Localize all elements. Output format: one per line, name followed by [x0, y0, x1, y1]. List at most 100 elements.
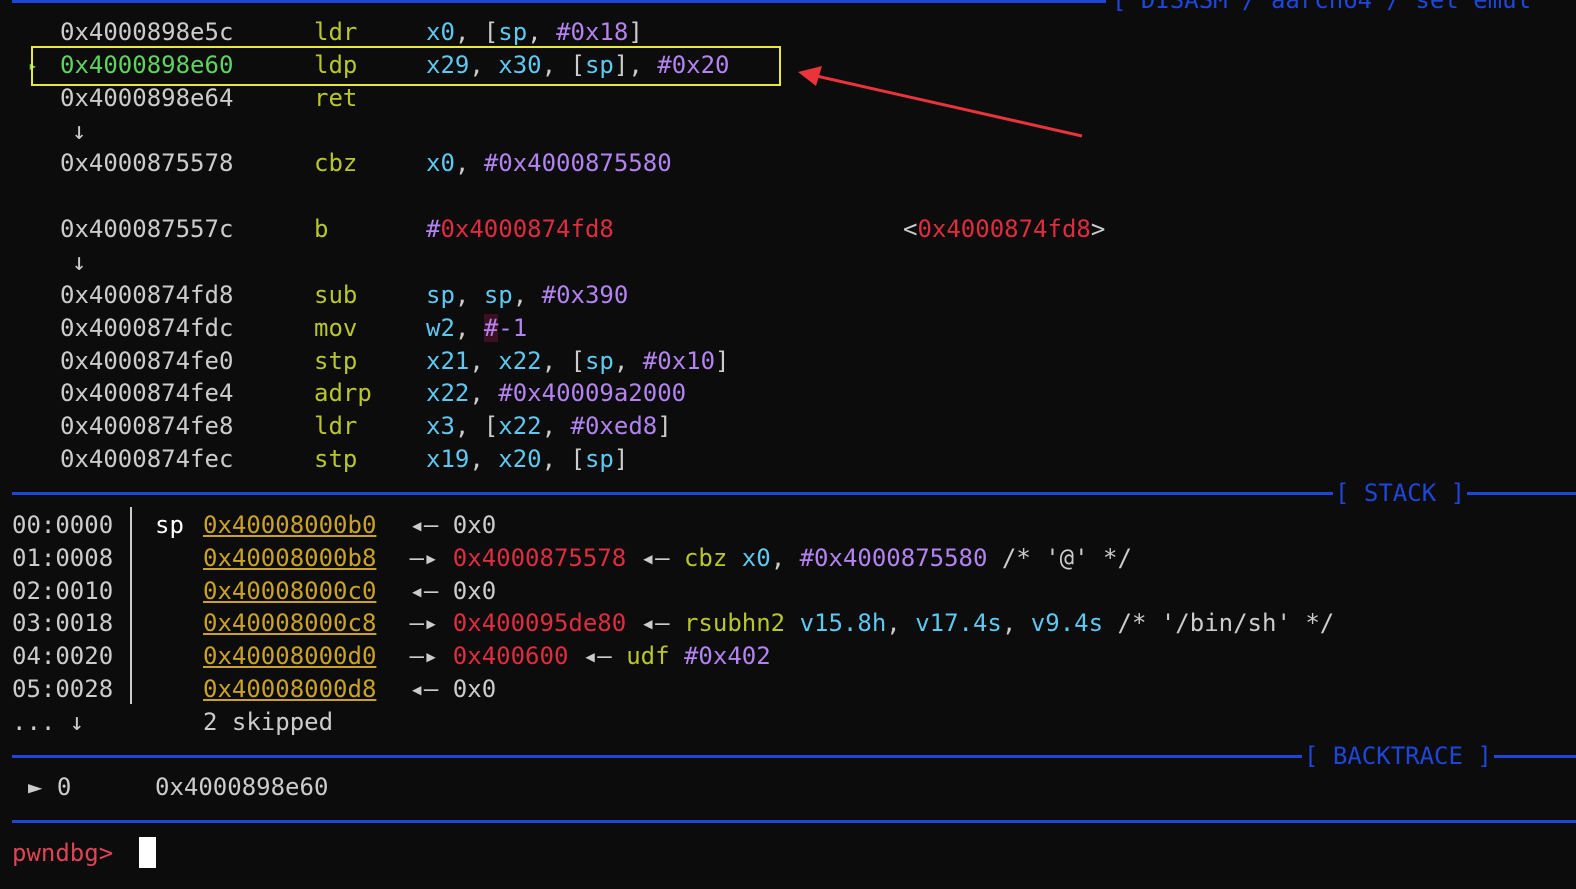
stack-token: v15.8h — [799, 609, 887, 638]
operand-token: , — [613, 346, 643, 375]
disasm-address[interactable]: 0x4000898e64 — [60, 82, 233, 115]
backtrace-header: [ BACKTRACE ] — [1302, 740, 1494, 773]
operand-token: , — [454, 149, 484, 178]
stack-token: 0x0 — [452, 576, 497, 605]
stack-skipped-text: 2 skipped — [203, 708, 334, 736]
stack-token: udf — [626, 642, 684, 671]
stack-address[interactable]: 0x40008000b8 — [203, 542, 376, 575]
operand-token: x0 — [426, 18, 455, 46]
stack-token: ◂— — [395, 675, 453, 703]
operand-token: x22 — [426, 379, 470, 408]
operand-token: , — [454, 313, 484, 342]
operand-token: #0x18 — [556, 18, 629, 46]
stack-token: v17.4s — [915, 609, 1002, 638]
disasm-mnemonic: sub — [314, 280, 358, 309]
stack-token: #0x402 — [683, 642, 771, 671]
disasm-address[interactable]: 0x4000898e5c — [60, 16, 233, 49]
stack-token: /* '/bin/sh' */ — [1103, 609, 1335, 638]
disasm-address[interactable]: 0x400087557c — [60, 213, 233, 246]
operand-token: sp — [498, 18, 528, 46]
operand-token: , — [512, 280, 542, 309]
operand-token: , [ — [541, 346, 585, 375]
operand-token: x22 — [498, 346, 542, 375]
stack-header: [ STACK ] — [1333, 477, 1468, 510]
disasm-operands: w2, #-1 — [426, 312, 527, 345]
stack-offset: 01:0008 — [12, 543, 114, 572]
operand-token: #0x390 — [541, 280, 629, 309]
operand-token: -1 — [498, 313, 528, 342]
operand-token: x21 — [426, 346, 470, 375]
stack-token: /* '@' */ — [987, 543, 1132, 572]
stack-token: —▸ — [395, 642, 453, 671]
operand-token: , [ — [454, 412, 499, 441]
disasm-address[interactable]: 0x4000874fec — [60, 443, 233, 476]
flow-arrow-icon: ↓ — [72, 116, 87, 145]
disasm-address[interactable]: 0x4000874fd8 — [60, 279, 233, 312]
operand-token: 0x4000874fd8 — [440, 215, 614, 244]
stack-address[interactable]: 0x40008000c0 — [203, 575, 376, 608]
stack-token: cbz — [683, 543, 742, 572]
disasm-operands: sp, sp, #0x390 — [426, 279, 628, 312]
disasm-mnemonic: adrp — [314, 379, 372, 408]
disasm-mnemonic: ldr — [314, 18, 358, 46]
disasm-mnemonic: cbz — [314, 149, 358, 178]
operand-token: w2 — [426, 313, 455, 342]
branch-target[interactable]: <0x4000874fd8> — [903, 213, 1105, 246]
disasm-address[interactable]: 0x4000875578 — [60, 147, 233, 180]
operand-token: x22 — [498, 412, 542, 441]
stack-offset: 02:0010 — [12, 576, 114, 605]
stack-offset: 00:0000 — [12, 511, 114, 539]
operand-token: #0x10 — [642, 346, 716, 375]
stack-address[interactable]: 0x40008000d0 — [203, 640, 376, 673]
stack-address[interactable]: 0x40008000b0 — [203, 509, 376, 542]
stack-token: #0x4000875580 — [799, 543, 988, 572]
stack-token: x0 — [741, 543, 771, 572]
operand-token: #0xed8 — [570, 412, 658, 441]
stack-token: ◂— — [626, 609, 684, 638]
stack-token: , — [886, 609, 916, 638]
disasm-operands: x0, #0x4000875580 — [426, 147, 672, 180]
stack-token: rsubhn2 — [683, 609, 800, 638]
operand-token: , — [454, 280, 484, 309]
highlight-box — [31, 46, 781, 86]
disasm-address[interactable]: 0x4000874fe8 — [60, 410, 233, 443]
stack-token: ◂— — [626, 543, 684, 572]
disasm-separator — [12, 0, 1106, 3]
operand-token: x20 — [498, 445, 542, 474]
stack-address[interactable]: 0x40008000d8 — [203, 673, 376, 706]
operand-token: sp — [584, 346, 614, 375]
terminal-cursor[interactable] — [139, 837, 156, 868]
operand-token: , — [527, 18, 557, 46]
disasm-mnemonic: stp — [314, 445, 358, 474]
stack-token: ◂— — [395, 576, 453, 605]
stack-token: 0x4000875578 — [452, 543, 627, 572]
target-token: < — [903, 215, 918, 244]
operand-token: x3 — [426, 412, 455, 441]
flow-arrow-icon: ↓ — [72, 247, 87, 276]
disasm-address[interactable]: 0x4000874fe4 — [60, 377, 233, 410]
operand-token: ] — [715, 346, 730, 375]
stack-address[interactable]: 0x40008000c8 — [203, 607, 376, 640]
operand-token: , [ — [541, 445, 585, 474]
operand-token: sp — [584, 445, 614, 474]
disasm-address[interactable]: 0x4000874fdc — [60, 312, 233, 345]
operand-token: , — [469, 379, 499, 408]
stack-token: 0x0 — [452, 511, 497, 539]
operand-token: sp — [483, 280, 513, 309]
stack-token: —▸ — [395, 543, 453, 572]
stack-skipped-prefix: ... ↓ — [12, 708, 85, 736]
disasm-mnemonic: stp — [314, 346, 358, 375]
stack-token: ◂— — [395, 511, 453, 539]
target-token: 0x4000874fd8 — [917, 215, 1091, 244]
disasm-operands: x0, [sp, #0x18] — [426, 16, 643, 49]
stack-value-chain: ◂— 0x0 — [395, 509, 496, 542]
backtrace-frame-address[interactable]: 0x4000898e60 — [155, 771, 328, 804]
command-prompt: pwndbg> — [12, 839, 128, 867]
stack-value-chain: ◂— 0x0 — [395, 575, 496, 608]
disasm-header: [ DISASM / aarch64 / set emul — [1110, 0, 1534, 17]
disasm-address[interactable]: 0x4000874fe0 — [60, 345, 233, 378]
operand-token: ] — [613, 445, 629, 474]
operand-token: ] — [628, 18, 643, 46]
disasm-operands: #0x4000874fd8 — [426, 213, 614, 246]
stack-token: , — [1001, 609, 1031, 638]
